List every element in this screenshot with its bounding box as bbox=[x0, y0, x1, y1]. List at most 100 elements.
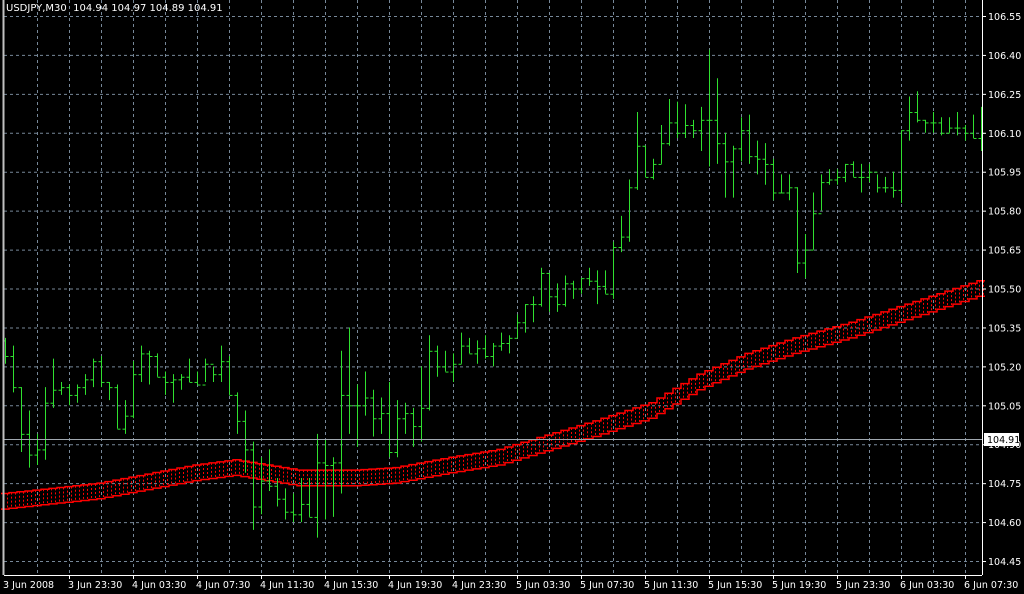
price-chart[interactable]: 106.55 106.40 106.25 106.10 105.95 105.80 105.… bbox=[0, 0, 1024, 594]
ohlc-bar bbox=[186, 358, 193, 383]
ohlc-bar bbox=[242, 410, 249, 473]
ohlc-bar bbox=[74, 384, 81, 403]
ohlc-bar bbox=[426, 335, 433, 411]
x-tick-label: 6 Jun 07:30 bbox=[964, 580, 1018, 591]
ohlc-bar bbox=[938, 117, 945, 136]
ohlc-bar bbox=[530, 296, 537, 323]
current-price-label: 104.91 bbox=[987, 435, 1020, 446]
ohlc-bar bbox=[586, 267, 593, 286]
ohlc-bar bbox=[122, 400, 129, 434]
y-tick-label: 106.25 bbox=[988, 90, 1021, 101]
ohlc-bar bbox=[458, 332, 465, 365]
ohlc-bar bbox=[346, 327, 353, 434]
ohlc-bar bbox=[546, 272, 553, 312]
ohlc-bar bbox=[370, 389, 377, 437]
ohlc-bar bbox=[834, 169, 841, 185]
ohlc-bar bbox=[466, 337, 473, 355]
ohlc-bar bbox=[506, 335, 513, 354]
ohlc-bar bbox=[578, 278, 585, 294]
y-tick-label: 104.45 bbox=[988, 557, 1021, 568]
y-tick-label: 105.80 bbox=[988, 207, 1021, 218]
ohlc-bar bbox=[106, 381, 113, 401]
ohlc-bar bbox=[66, 384, 73, 406]
ohlc-bar bbox=[450, 353, 457, 382]
x-tick-label: 5 Jun 11:30 bbox=[644, 580, 698, 591]
ohlc-bar bbox=[594, 270, 601, 305]
y-tick-label: 105.20 bbox=[988, 362, 1021, 373]
ohlc-bar bbox=[746, 114, 753, 164]
ohlc-bar bbox=[554, 283, 561, 312]
ohlc-bar bbox=[754, 140, 761, 175]
ohlc-bar bbox=[794, 187, 801, 273]
ohlc-bar bbox=[354, 384, 361, 447]
y-tick-label: 105.35 bbox=[988, 323, 1021, 334]
ohlc-bar bbox=[170, 374, 177, 403]
ohlc-bar bbox=[282, 488, 289, 520]
ohlc-bar bbox=[146, 350, 153, 385]
ohlc-bar bbox=[130, 361, 137, 419]
ohlc-bar bbox=[290, 493, 297, 523]
ohlc-bar bbox=[674, 101, 681, 138]
x-tick-label: 5 Jun 03:30 bbox=[516, 580, 570, 591]
x-tick-label: 6 Jun 03:30 bbox=[900, 580, 954, 591]
x-tick-label: 4 Jun 23:30 bbox=[452, 580, 506, 591]
ohlc-bar bbox=[802, 234, 809, 279]
x-tick-label: 4 Jun 07:30 bbox=[196, 580, 250, 591]
y-tick-label: 104.60 bbox=[988, 518, 1021, 529]
x-tick-label: 4 Jun 15:30 bbox=[324, 580, 378, 591]
ohlc-bar bbox=[762, 143, 769, 185]
ohlc-bar bbox=[778, 174, 785, 194]
ohlc-bar bbox=[138, 345, 145, 382]
ohlc-bar bbox=[362, 371, 369, 416]
x-tick-label: 5 Jun 15:30 bbox=[708, 580, 762, 591]
x-tick-label: 4 Jun 19:30 bbox=[388, 580, 442, 591]
ohlc-bar bbox=[258, 457, 265, 515]
ohlc-bar bbox=[386, 381, 393, 458]
ohlc-bar bbox=[378, 397, 385, 434]
x-tick-label: 5 Jun 07:30 bbox=[580, 580, 634, 591]
ohlc-bar bbox=[698, 106, 705, 151]
y-tick-label: 105.50 bbox=[988, 285, 1021, 296]
ohlc-bar bbox=[826, 169, 833, 185]
x-tick-label: 4 Jun 11:30 bbox=[260, 580, 314, 591]
ohlc-bar bbox=[394, 400, 401, 458]
x-tick-label: 5 Jun 19:30 bbox=[772, 580, 826, 591]
ohlc-bar bbox=[690, 119, 697, 138]
ohlc-bar bbox=[954, 112, 961, 136]
ohlc-bar bbox=[858, 163, 865, 193]
ohlc-bar bbox=[810, 192, 817, 251]
ohlc-bar bbox=[682, 104, 689, 138]
ohlc-bar bbox=[818, 174, 825, 215]
ohlc-bar bbox=[482, 335, 489, 359]
ohlc-bar bbox=[10, 345, 17, 393]
grid bbox=[4, 0, 982, 575]
ohlc-bar bbox=[906, 96, 913, 141]
ohlc-bar bbox=[42, 387, 49, 460]
ohlc-bar bbox=[90, 358, 97, 388]
ohlc-bar bbox=[930, 112, 937, 133]
ohlc-bar bbox=[442, 350, 449, 373]
ohlc-bar bbox=[82, 374, 89, 395]
ohlc-bar bbox=[18, 387, 25, 453]
ohlc-bar bbox=[50, 358, 57, 408]
ohlc-bar bbox=[98, 355, 105, 388]
ohlc-bar bbox=[714, 78, 721, 164]
ohlc-bar bbox=[562, 275, 569, 307]
x-tick-label: 4 Jun 03:30 bbox=[132, 580, 186, 591]
ohlc-bar bbox=[514, 314, 521, 339]
ohlc-bar bbox=[882, 176, 889, 193]
ohlc-bar bbox=[162, 371, 169, 395]
ohlc-bar bbox=[786, 174, 793, 201]
ohlc-bar bbox=[490, 343, 497, 367]
ohlc-bar bbox=[866, 163, 873, 183]
ohlc-bar bbox=[914, 91, 921, 123]
ohlc-bar bbox=[226, 355, 233, 396]
y-tick-label: 106.40 bbox=[988, 51, 1021, 62]
ohlc-bar bbox=[474, 340, 481, 364]
y-tick-label: 105.95 bbox=[988, 168, 1021, 179]
ohlc-bar bbox=[706, 49, 713, 167]
ohlc-bar bbox=[218, 345, 225, 382]
ohlc-bar bbox=[154, 353, 161, 378]
ohlc-bar bbox=[234, 392, 241, 434]
ohlc-bar bbox=[178, 374, 185, 390]
